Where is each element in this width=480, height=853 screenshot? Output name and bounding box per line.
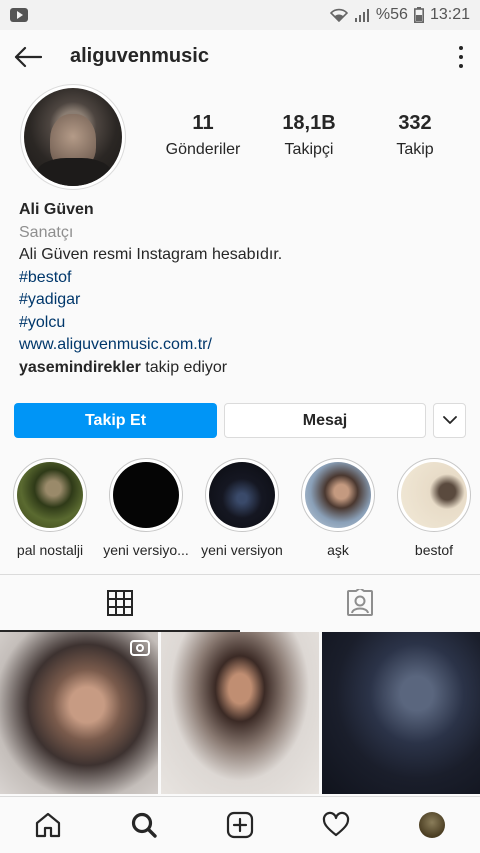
- post-thumbnail[interactable]: [322, 632, 480, 794]
- battery-percent: %56: [375, 6, 408, 23]
- stat-value: 18,1B: [282, 112, 336, 134]
- bio-description: Ali Güven resmi Instagram hesabıdır.: [19, 246, 283, 263]
- add-icon: [226, 811, 254, 839]
- followed-by-username[interactable]: yasemindirekler: [19, 359, 141, 376]
- posts-grid: [0, 632, 480, 794]
- highlight-label: yeni versiyon: [201, 542, 283, 558]
- hashtag-link[interactable]: #yadigar: [19, 289, 469, 312]
- highlight-label: aşk: [327, 542, 349, 558]
- nav-home[interactable]: [18, 800, 78, 850]
- bottom-navigation: [0, 796, 480, 853]
- story-highlights: pal nostalji yeni versiyo... yeni versiy…: [0, 458, 480, 568]
- following-stat[interactable]: 332 Takip: [362, 112, 468, 159]
- battery-icon: [413, 7, 424, 23]
- post-thumbnail[interactable]: [161, 632, 319, 794]
- display-name: Ali Güven: [19, 201, 94, 218]
- tab-tagged[interactable]: [240, 575, 480, 631]
- youtube-notification-icon: [10, 8, 28, 22]
- highlight-label: bestof: [414, 542, 454, 558]
- highlight-item[interactable]: aşk: [290, 458, 386, 558]
- hashtag-link[interactable]: #bestof: [19, 267, 469, 290]
- grid-icon: [107, 590, 133, 616]
- posts-stat[interactable]: 11 Gönderiler: [150, 112, 256, 159]
- highlight-item[interactable]: yeni versiyon: [194, 458, 290, 558]
- highlight-cover: [109, 458, 183, 532]
- header-username: aliguvenmusic: [70, 45, 209, 67]
- post-thumbnail[interactable]: [0, 632, 158, 794]
- highlight-item[interactable]: yeni versiyo...: [98, 458, 194, 558]
- highlight-cover: [301, 458, 375, 532]
- highlight-item[interactable]: bestof: [386, 458, 480, 558]
- highlight-cover: [205, 458, 279, 532]
- nav-profile[interactable]: [402, 800, 462, 850]
- follow-button[interactable]: Takip Et: [14, 403, 217, 438]
- status-right: %56 13:21: [329, 6, 470, 24]
- stat-label: Takip: [396, 141, 434, 158]
- followed-by[interactable]: yasemindirekler takip ediyor: [19, 357, 469, 380]
- suggested-accounts-button[interactable]: [433, 403, 466, 438]
- tab-posts-grid[interactable]: [0, 575, 240, 632]
- nav-search[interactable]: [114, 800, 174, 850]
- video-icon: [130, 640, 150, 656]
- signal-icon: [354, 9, 369, 22]
- nav-new-post[interactable]: [210, 800, 270, 850]
- back-arrow-icon[interactable]: [14, 46, 42, 68]
- profile-avatar-icon: [419, 812, 445, 838]
- home-icon: [35, 812, 61, 838]
- clock: 13:21: [429, 6, 470, 23]
- profile-bio: Ali Güven Sanatçı Ali Güven resmi Instag…: [19, 199, 469, 379]
- hashtag-link[interactable]: #yolcu: [19, 312, 469, 335]
- followed-by-suffix: takip ediyor: [140, 358, 228, 376]
- highlight-cover: [397, 458, 471, 532]
- stat-value: 11: [192, 112, 214, 134]
- stat-label: Gönderiler: [165, 141, 241, 158]
- status-bar: %56 13:21: [0, 0, 480, 30]
- message-button[interactable]: Mesaj: [224, 403, 426, 438]
- category-label: Sanatçı: [19, 223, 74, 241]
- highlight-label: yeni versiyo...: [103, 542, 189, 558]
- chevron-down-icon: [442, 416, 457, 424]
- stat-value: 332: [398, 112, 432, 134]
- highlight-cover: [13, 458, 87, 532]
- stat-label: Takipçi: [284, 141, 334, 158]
- profile-tabs: [0, 574, 480, 632]
- profile-photo: [24, 88, 122, 186]
- tagged-icon: [347, 589, 373, 616]
- search-icon: [131, 812, 157, 838]
- heart-icon: [322, 811, 350, 837]
- highlight-label: pal nostalji: [16, 542, 84, 558]
- followers-stat[interactable]: 18,1B Takipçi: [256, 112, 362, 159]
- more-options-icon[interactable]: [456, 44, 466, 70]
- wifi-icon: [329, 8, 348, 22]
- website-link[interactable]: www.aliguvenmusic.com.tr/: [19, 334, 469, 357]
- highlight-item[interactable]: pal nostalji: [2, 458, 98, 558]
- nav-activity[interactable]: [306, 800, 366, 850]
- profile-avatar[interactable]: [20, 84, 126, 190]
- profile-header: aliguvenmusic: [0, 30, 480, 84]
- profile-stats: 11 Gönderiler 18,1B Takipçi 332 Takip: [150, 112, 470, 159]
